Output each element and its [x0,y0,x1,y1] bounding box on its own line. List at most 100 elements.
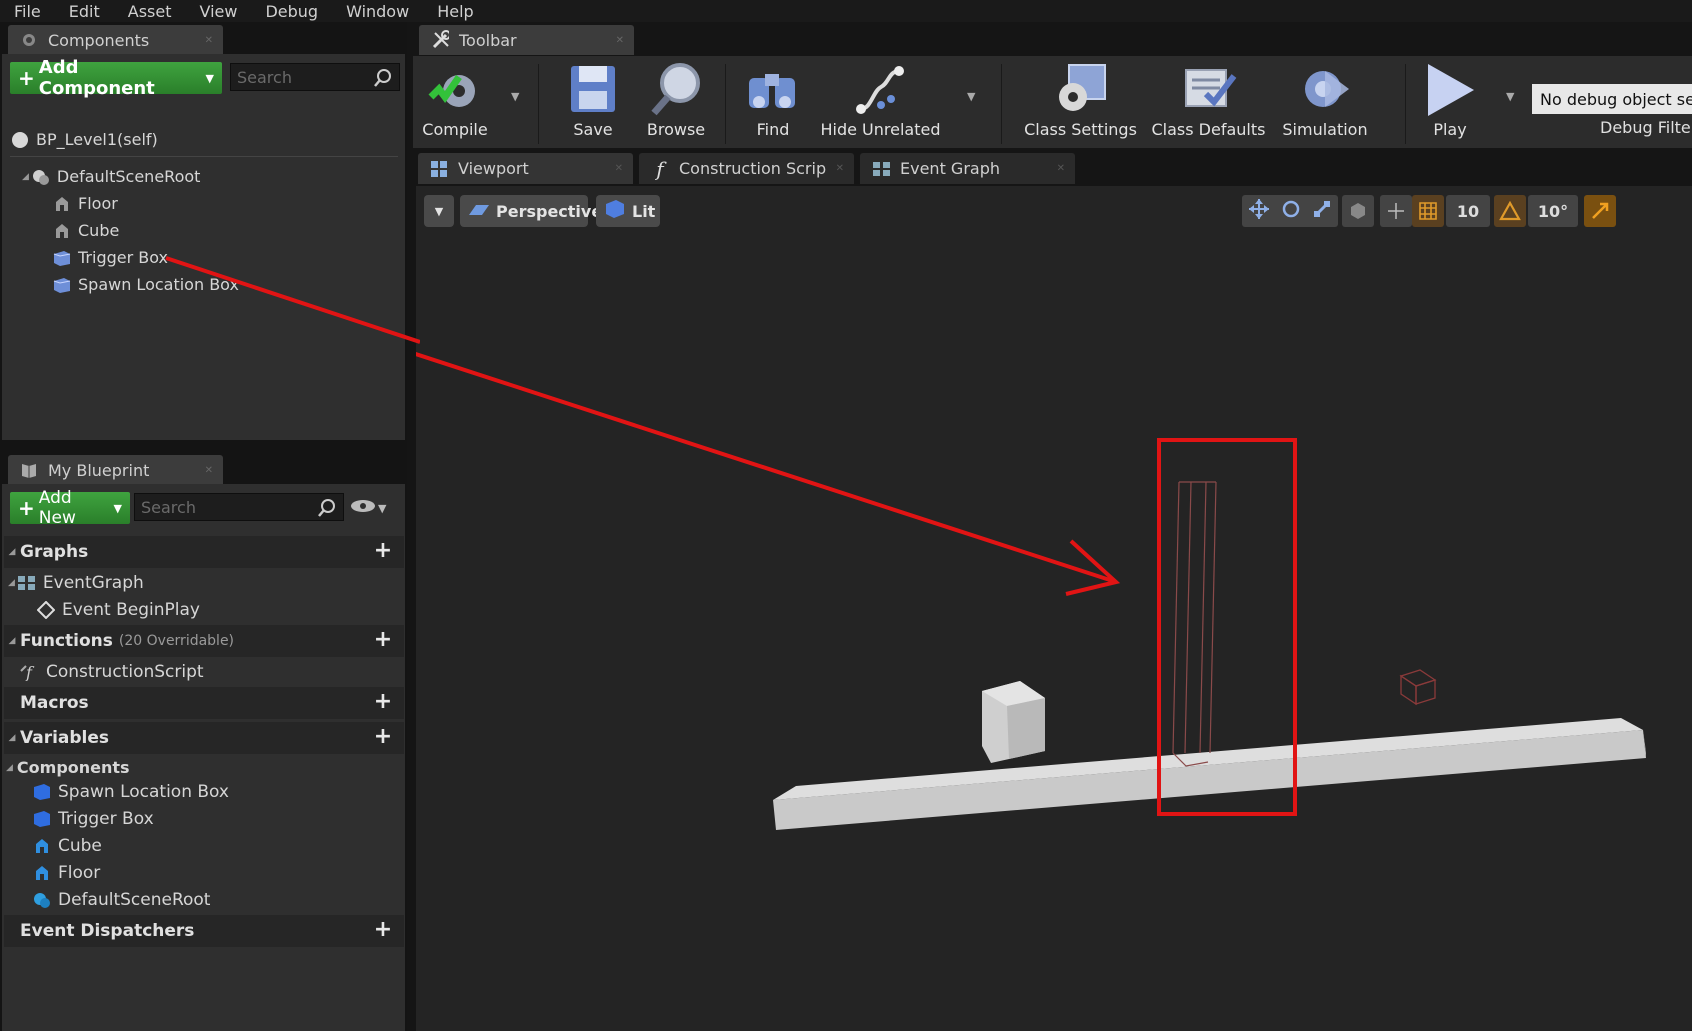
section-dispatchers-label: Event Dispatchers [20,921,195,941]
tree-item-cube[interactable]: Cube [52,221,119,240]
search-icon [317,498,337,522]
simulation-button[interactable]: Simulation [1270,58,1380,139]
view-options-button[interactable]: ▼ [350,498,386,518]
hide-unrelated-button[interactable]: Hide Unrelated [813,58,948,139]
collapse-arrow-icon: ◢ [8,733,16,743]
section-variables-label: Variables [20,728,110,748]
add-component-button[interactable]: + Add Component ▼ [10,57,222,99]
close-icon[interactable]: ✕ [1057,163,1065,174]
tab-construction-script[interactable]: f Construction Scrip ✕ [639,153,854,184]
event-graph-icon [872,160,890,178]
event-graph-icon [17,574,37,592]
tree-label: Floor [78,194,118,213]
debug-object-select[interactable]: No debug object sel [1532,84,1692,114]
menu-help[interactable]: Help [423,2,487,21]
graph-item-eventgraph[interactable]: ◢ EventGraph [8,573,144,593]
menu-asset[interactable]: Asset [114,2,186,21]
viewport-canvas[interactable]: ▼ Perspective Lit 10 10° [416,186,1692,1031]
simulation-label: Simulation [1282,120,1368,139]
browse-label: Browse [646,120,706,139]
add-variable-button[interactable]: + [372,726,394,749]
tree-label: Spawn Location Box [78,275,239,294]
compile-label: Compile [422,120,488,139]
box-component-icon [32,810,52,828]
find-button[interactable]: Find [733,58,813,139]
tree-item-trigger-box[interactable]: Trigger Box [52,248,168,267]
variable-item-cube[interactable]: Cube [32,836,102,856]
variable-label: Cube [58,836,102,856]
function-item-construction-script[interactable]: f ConstructionScript [20,662,204,682]
variable-item-floor[interactable]: Floor [32,863,100,883]
self-item[interactable]: BP_Level1(self) [10,130,158,149]
compile-button[interactable]: Compile [415,58,495,139]
tab-viewport[interactable]: Viewport ✕ [418,153,633,184]
debug-filter-label: Debug Filte [1600,118,1691,137]
close-icon[interactable]: ✕ [205,465,213,476]
menu-view[interactable]: View [186,2,252,21]
event-label: Event BeginPlay [62,600,200,620]
variable-item-default-scene-root[interactable]: DefaultSceneRoot [32,890,210,910]
close-icon[interactable]: ✕ [205,35,213,46]
section-variables[interactable]: ◢ Variables + [4,722,404,754]
add-new-button[interactable]: + Add New ▼ [10,488,130,528]
tree-item-spawn-location-box[interactable]: Spawn Location Box [52,275,239,294]
static-mesh-icon [52,222,72,240]
sphere-icon [10,131,30,149]
save-button[interactable]: Save [553,58,633,139]
variable-item-trigger-box[interactable]: Trigger Box [32,809,154,829]
compile-options-dropdown[interactable]: ▼ [511,90,519,103]
variables-components-category[interactable]: ◢ Components [6,758,130,777]
components-search-input[interactable]: Search [230,63,400,91]
menu-file[interactable]: File [0,2,55,21]
box-component-icon [52,249,72,267]
class-settings-button[interactable]: Class Settings [1018,58,1143,139]
hide-unrelated-icon [851,58,911,120]
tab-components[interactable]: Components ✕ [8,25,223,55]
collapse-arrow-icon: ◢ [8,547,16,557]
menu-edit[interactable]: Edit [55,2,114,21]
close-icon[interactable]: ✕ [836,163,844,174]
add-macro-button[interactable]: + [372,691,394,714]
function-icon: f [20,663,40,681]
section-macros-label: Macros [20,693,89,713]
self-label: BP_Level1(self) [36,130,158,149]
tab-my-blueprint[interactable]: My Blueprint ✕ [8,455,223,485]
book-icon [20,461,38,479]
close-icon[interactable]: ✕ [616,35,624,46]
box-component-icon [52,276,72,294]
graph-item-event-beginplay[interactable]: Event BeginPlay [36,600,200,620]
tree-item-default-scene-root[interactable]: ◢ DefaultSceneRoot [22,167,200,186]
hide-unrelated-dropdown[interactable]: ▼ [967,90,975,103]
components-panel: + Add Component ▼ Search BP_Level1(self)… [2,54,405,440]
annotation-arrow [416,352,1121,596]
play-label: Play [1433,120,1467,139]
tab-my-blueprint-label: My Blueprint [48,460,150,480]
section-graphs[interactable]: ◢ Graphs + [4,536,404,568]
blueprint-toolbar: Compile ▼ Save Browse Find Hide Unrelate… [413,56,1692,148]
section-functions[interactable]: ◢ Functions (20 Overridable) + [4,625,404,657]
section-macros[interactable]: Macros + [4,687,404,719]
section-event-dispatchers[interactable]: Event Dispatchers + [4,915,404,947]
left-column: Components ✕ + Add Component ▼ Search BP… [0,22,407,1031]
add-dispatcher-button[interactable]: + [372,919,394,942]
class-defaults-button[interactable]: Class Defaults [1146,58,1271,139]
tab-event-graph[interactable]: Event Graph ✕ [860,153,1075,184]
event-diamond-icon [36,601,56,619]
chevron-down-icon: ▼ [205,71,214,85]
static-mesh-icon [52,195,72,213]
menu-window[interactable]: Window [332,2,423,21]
tree-item-floor[interactable]: Floor [52,194,118,213]
menu-debug[interactable]: Debug [251,2,332,21]
close-icon[interactable]: ✕ [615,163,623,174]
tab-toolbar[interactable]: Toolbar ✕ [419,25,634,55]
browse-button[interactable]: Browse [631,58,721,139]
play-button[interactable]: Play [1415,58,1485,139]
add-function-button[interactable]: + [372,629,394,652]
collapse-arrow-icon: ◢ [6,762,13,773]
my-blueprint-search-input[interactable]: Search [134,493,344,521]
play-options-dropdown[interactable]: ▼ [1506,90,1514,103]
variable-item-spawn-location-box[interactable]: Spawn Location Box [32,782,229,802]
chevron-down-icon: ▼ [378,501,387,515]
save-icon [568,58,618,120]
add-graph-button[interactable]: + [372,540,394,563]
